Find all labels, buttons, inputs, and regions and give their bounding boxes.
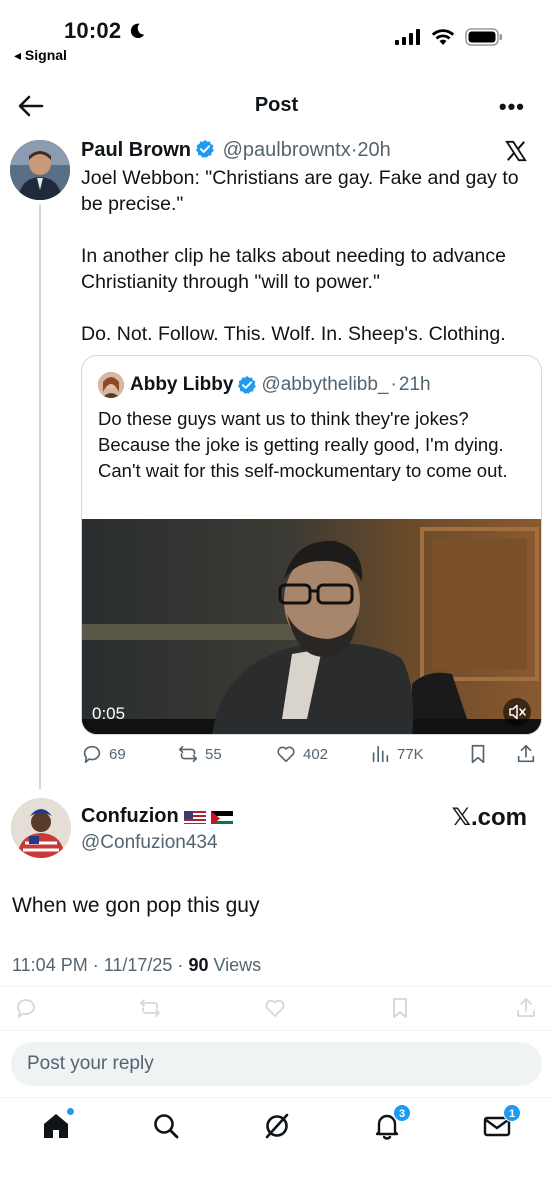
repost-icon bbox=[178, 745, 198, 763]
share-icon[interactable] bbox=[514, 996, 538, 1020]
quote-avatar bbox=[98, 372, 124, 398]
tab-notifications[interactable]: 3 bbox=[371, 1104, 411, 1142]
home-notification-dot bbox=[66, 1107, 75, 1116]
reply-author-name-line: Confuzion bbox=[81, 805, 233, 828]
muted-speaker-icon bbox=[509, 704, 526, 720]
post-paragraph: Do. Not. Follow. This. Wolf. In. Sheep's… bbox=[81, 323, 506, 345]
us-flag-icon bbox=[183, 809, 206, 824]
repost-count: 55 bbox=[205, 745, 222, 763]
heart-icon[interactable] bbox=[263, 996, 287, 1020]
x-logo-icon bbox=[505, 140, 527, 162]
status-time: 10:02 bbox=[64, 18, 122, 43]
mute-button[interactable] bbox=[503, 698, 531, 726]
separator-dot: · bbox=[390, 374, 397, 395]
reply-composer[interactable] bbox=[11, 1042, 542, 1086]
moon-icon bbox=[130, 23, 145, 39]
reply-post-actions bbox=[0, 996, 553, 1022]
grok-icon bbox=[265, 1113, 289, 1139]
wifi-icon bbox=[431, 29, 455, 45]
x-com-watermark: 𝕏.com bbox=[451, 804, 527, 831]
quote-author-line: Abby Libby @abbythelibb_ · 21h bbox=[98, 372, 431, 398]
video-timestamp: 0:05 bbox=[92, 704, 126, 723]
divider bbox=[0, 986, 553, 987]
post-author-line: Paul Brown @paulbrowntx·20h bbox=[81, 139, 391, 162]
thread-line bbox=[39, 204, 41, 789]
page-title: Post bbox=[254, 94, 299, 116]
palestine-flag-icon bbox=[210, 809, 233, 824]
tab-messages[interactable]: 1 bbox=[481, 1104, 521, 1142]
tab-home[interactable] bbox=[40, 1107, 75, 1142]
reply-icon bbox=[83, 745, 101, 764]
post-views-label[interactable]: Views bbox=[208, 955, 261, 975]
search-icon bbox=[154, 1114, 179, 1139]
post-timestamp: 11:04 PM · 11/17/25 · bbox=[12, 955, 189, 975]
tab-grok[interactable] bbox=[261, 1110, 293, 1142]
post-paragraph: In another clip he talks about needing t… bbox=[81, 245, 506, 293]
post-views-count: 90 bbox=[188, 955, 209, 975]
heart-icon bbox=[277, 746, 295, 763]
quoted-post-card[interactable]: Abby Libby @abbythelibb_ · 21h Do these gu… bbox=[81, 355, 542, 735]
divider bbox=[0, 1030, 553, 1031]
repost-button[interactable]: 55 bbox=[177, 743, 222, 765]
post-body: Joel Webbon: "Christians are gay. Fake a… bbox=[81, 165, 536, 373]
views-chart-icon bbox=[372, 745, 389, 763]
tab-search[interactable] bbox=[150, 1110, 182, 1142]
avatar[interactable] bbox=[10, 140, 70, 200]
verified-badge-icon bbox=[238, 375, 257, 394]
back-to-app-link[interactable]: ◂ Signal bbox=[14, 47, 67, 64]
author-name[interactable]: Paul Brown bbox=[81, 139, 191, 161]
post-meta: 11:04 PM · 11/17/25 · 90 Views bbox=[12, 955, 261, 976]
quote-author-handle: @abbythelibb_ bbox=[261, 374, 389, 395]
verified-badge-icon bbox=[195, 139, 214, 158]
battery-icon bbox=[465, 28, 502, 46]
more-options-icon[interactable]: ••• bbox=[499, 94, 525, 120]
like-button[interactable]: 402 bbox=[275, 743, 328, 765]
messages-badge: 1 bbox=[503, 1104, 521, 1122]
video-frame bbox=[82, 519, 541, 734]
quote-body: Do these guys want us to think they're j… bbox=[98, 408, 508, 481]
reply-input[interactable] bbox=[11, 1042, 542, 1086]
reply-body: When we gon pop this guy bbox=[12, 894, 260, 917]
reply-avatar[interactable] bbox=[11, 798, 71, 858]
video-player[interactable]: 0:05 bbox=[82, 519, 541, 734]
like-count: 402 bbox=[303, 745, 329, 763]
post-age: 20h bbox=[357, 139, 391, 161]
bookmark-icon bbox=[471, 744, 485, 764]
bookmark-button[interactable] bbox=[467, 743, 495, 765]
repost-icon[interactable] bbox=[138, 996, 162, 1020]
reply-icon[interactable] bbox=[14, 996, 38, 1020]
reply-author-name[interactable]: Confuzion bbox=[81, 805, 179, 828]
notifications-badge: 3 bbox=[393, 1104, 411, 1122]
bottom-tab-bar: 3 1 bbox=[0, 1097, 553, 1200]
post-paragraph: Joel Webbon: "Christians are gay. Fake a… bbox=[81, 167, 519, 215]
post-actions: 69 55 402 77K bbox=[81, 743, 541, 771]
views-button[interactable]: 77K bbox=[369, 743, 424, 765]
quote-age: 21h bbox=[398, 374, 431, 395]
share-button[interactable] bbox=[515, 743, 543, 765]
cellular-signal-icon bbox=[395, 29, 420, 45]
post-header: Post ••• bbox=[0, 84, 553, 128]
quote-author-name: Abby Libby bbox=[130, 374, 234, 395]
views-count: 77K bbox=[397, 745, 424, 763]
reply-button[interactable]: 69 bbox=[81, 743, 126, 765]
reply-count: 69 bbox=[109, 745, 126, 763]
share-icon bbox=[517, 744, 535, 763]
author-handle[interactable]: @paulbrowntx bbox=[223, 139, 351, 161]
status-bar: 10:02 ◂ Signal bbox=[0, 0, 553, 70]
reply-author-handle[interactable]: @Confuzion434 bbox=[81, 832, 218, 854]
bookmark-icon[interactable] bbox=[388, 996, 412, 1020]
status-icons bbox=[395, 28, 503, 46]
